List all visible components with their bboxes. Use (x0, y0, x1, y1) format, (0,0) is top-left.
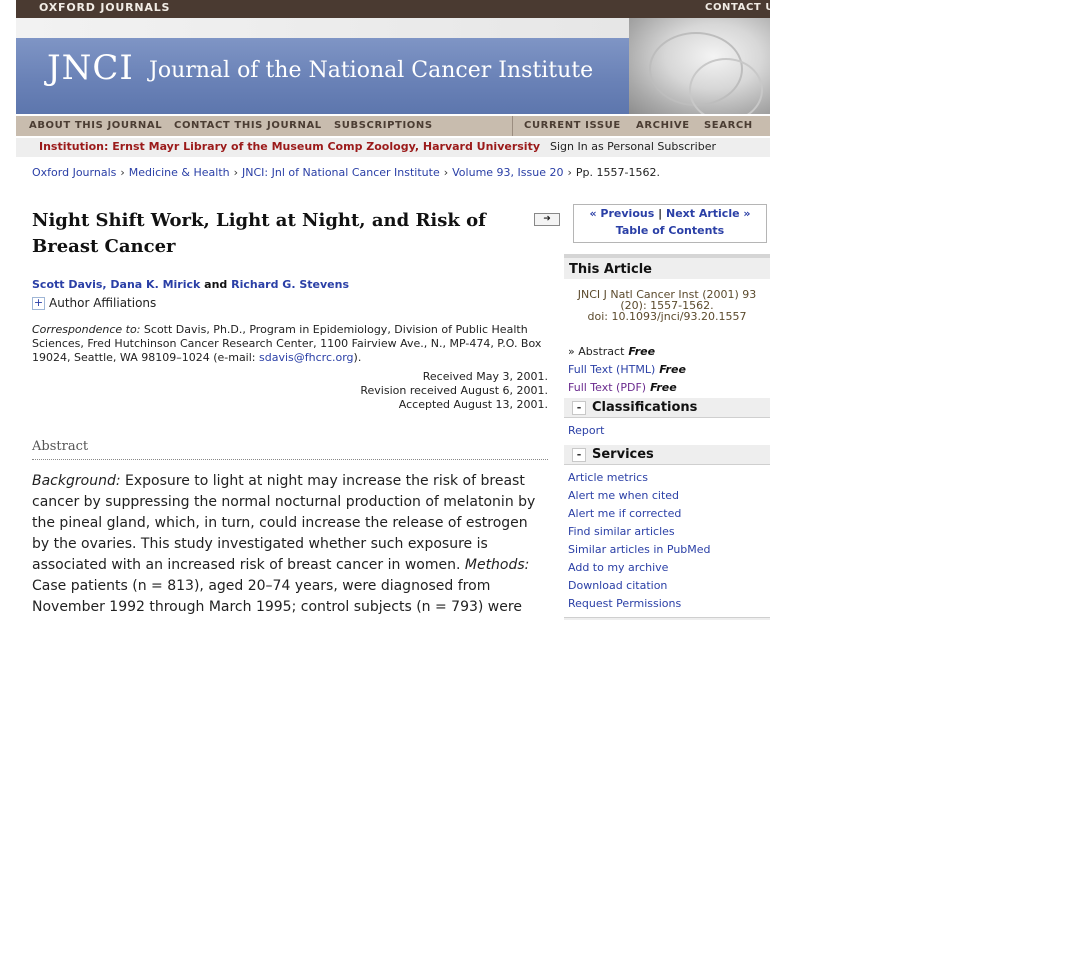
oxford-journals-link[interactable]: OXFORD JOURNALS (39, 1, 170, 14)
correspondence-label: Correspondence to: (32, 323, 141, 336)
article-title: Night Shift Work, Light at Night, and Ri… (32, 210, 486, 257)
breadcrumb-medicine-health[interactable]: Medicine & Health (129, 166, 230, 179)
free-label: Free (650, 381, 677, 394)
full-text-pdf-link[interactable]: Full Text (PDF) (568, 381, 646, 394)
journal-title: Journal of the National Cancer Institute (149, 58, 594, 83)
author-link[interactable]: Richard G. Stevens (231, 278, 349, 291)
collapse-minus-icon[interactable]: - (572, 401, 586, 415)
pubmed-similar-link[interactable]: Similar articles in PubMed (568, 543, 711, 556)
breadcrumb: Oxford Journals › Medicine & Health › JNCI: … (32, 166, 660, 179)
nav-about[interactable]: ABOUT THIS JOURNAL (29, 120, 162, 131)
citation: JNCI J Natl Cancer Inst (2001) 93 (20): … (564, 289, 770, 322)
received-date: Received May 3, 2001. (422, 370, 548, 383)
abstract-background-label: Background: (32, 473, 121, 489)
nav-search[interactable]: SEARCH (704, 120, 753, 131)
masthead-image (629, 18, 770, 114)
author-link[interactable]: Scott Davis (32, 278, 102, 291)
classifications-label: Classifications (592, 400, 698, 415)
this-article-header: This Article (564, 254, 770, 279)
nav-archive[interactable]: ARCHIVE (636, 120, 690, 131)
author-link[interactable]: Dana K. Mirick (110, 278, 200, 291)
abstract-text: Background: Exposure to light at night m… (32, 471, 542, 618)
breadcrumb-separator-icon: › (443, 166, 449, 179)
cell-shape (689, 58, 763, 114)
main-nav: ABOUT THIS JOURNAL CONTACT THIS JOURNAL … (16, 116, 770, 136)
download-citation-link[interactable]: Download citation (568, 579, 667, 592)
breadcrumb-separator-icon: › (233, 166, 239, 179)
masthead: JNCI Journal of the National Cancer Inst… (16, 18, 770, 114)
collapse-minus-icon[interactable]: - (572, 448, 586, 462)
breadcrumb-oxford-journals[interactable]: Oxford Journals (32, 166, 116, 179)
top-bar: OXFORD JOURNALS CONTACT US (16, 0, 770, 18)
correspondence: Correspondence to: Scott Davis, Ph.D., P… (32, 323, 548, 365)
accepted-date: Accepted August 13, 2001. (398, 398, 548, 411)
author-affiliations-toggle[interactable]: + Author Affiliations (32, 296, 156, 310)
breadcrumb-pages: Pp. 1557-1562. (575, 166, 660, 179)
find-similar-link[interactable]: Find similar articles (568, 525, 675, 538)
toc-link[interactable]: Table of Contents (616, 224, 724, 237)
institution-bar: Institution: Ernst Mayr Library of the M… (16, 138, 770, 157)
breadcrumb-separator-icon: › (567, 166, 572, 179)
full-text-html-link[interactable]: Full Text (HTML) (568, 363, 655, 376)
journal-logo: JNCI (47, 48, 134, 88)
correspondence-tail: ). (353, 351, 362, 364)
sidebar: « Previous | Next Article » Table of Con… (564, 199, 770, 620)
abstract-heading: Abstract (32, 439, 89, 454)
article-format-links: » Abstract Free Full Text (HTML) Free Full… (568, 343, 686, 397)
classifications-header[interactable]: - Classifications (564, 398, 770, 418)
nav-subscriptions[interactable]: SUBSCRIPTIONS (334, 120, 433, 131)
article-metrics-link[interactable]: Article metrics (568, 471, 648, 484)
breadcrumb-separator-icon: › (120, 166, 125, 179)
article-main: Night Shift Work, Light at Night, and Ri… (32, 208, 560, 615)
author-list: Scott Davis, Dana K. Mirick and Richard … (32, 278, 349, 291)
masthead-strip (16, 18, 629, 38)
alert-corrected-link[interactable]: Alert me if corrected (568, 507, 681, 520)
journal-banner[interactable]: JNCI Journal of the National Cancer Inst… (16, 38, 629, 114)
nav-contact[interactable]: CONTACT THIS JOURNAL (174, 120, 322, 131)
contact-us-link[interactable]: CONTACT US (705, 2, 770, 13)
email-link[interactable]: sdavis@fhcrc.org (259, 351, 354, 364)
abstract-methods: Case patients (n = 813), aged 20–74 year… (32, 578, 522, 615)
previous-article-link[interactable]: « Previous (590, 207, 655, 220)
this-article-label: This Article (569, 262, 652, 277)
abstract-divider (32, 459, 548, 460)
breadcrumb-jnci[interactable]: JNCI: Jnl of National Cancer Institute (242, 166, 440, 179)
free-label: Free (628, 345, 656, 358)
classifications-links: Report (568, 422, 604, 440)
authors-and: and (204, 278, 228, 291)
revised-date: Revision received August 6, 2001. (360, 384, 548, 397)
free-label: Free (659, 363, 686, 376)
services-links: Article metrics Alert me when cited Aler… (568, 469, 711, 613)
institution-label: Institution: Ernst Mayr Library of the M… (39, 140, 541, 153)
browser-viewport: OXFORD JOURNALS CONTACT US JNCI Journal … (16, 0, 770, 620)
article-nav-box: « Previous | Next Article » Table of Con… (573, 204, 767, 243)
abstract-link[interactable]: » Abstract (568, 345, 624, 358)
expand-plus-icon[interactable]: + (32, 297, 45, 310)
next-article-link[interactable]: Next Article » (666, 207, 751, 220)
report-link[interactable]: Report (568, 424, 604, 437)
nav-pipe: | (658, 207, 663, 220)
sign-in-link[interactable]: Sign In as Personal Subscriber (550, 140, 716, 153)
breadcrumb-volume[interactable]: Volume 93, Issue 20 (452, 166, 563, 179)
nav-current-issue[interactable]: CURRENT ISSUE (524, 120, 621, 131)
next-section-header (564, 617, 770, 620)
alert-cited-link[interactable]: Alert me when cited (568, 489, 679, 502)
affiliations-label: Author Affiliations (49, 296, 157, 310)
request-permissions-link[interactable]: Request Permissions (568, 597, 681, 610)
nav-divider (512, 116, 513, 136)
services-header[interactable]: - Services (564, 445, 770, 465)
services-label: Services (592, 447, 654, 462)
arrow-right-icon[interactable]: ➜ (534, 213, 560, 226)
add-archive-link[interactable]: Add to my archive (568, 561, 668, 574)
article-dates: Received May 3, 2001. Revision received … (360, 370, 548, 412)
abstract-methods-label: Methods: (464, 557, 530, 573)
doi: doi: 10.1093/jnci/93.20.1557 (587, 310, 747, 323)
